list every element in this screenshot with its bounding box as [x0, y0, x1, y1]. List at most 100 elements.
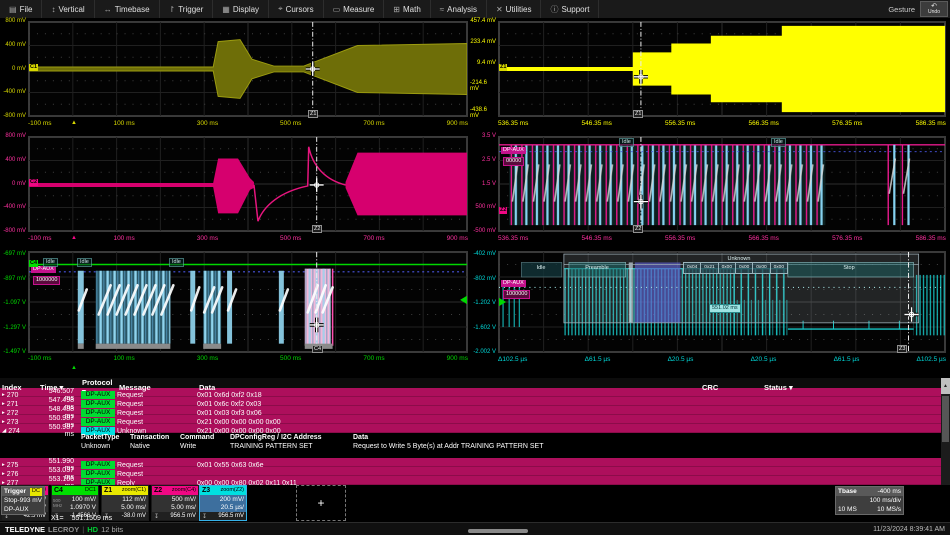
trace-badge: zoom(C1) [122, 486, 146, 495]
add-trace-button[interactable]: + [296, 485, 346, 521]
menu-item[interactable]: ✕ Utilities [487, 0, 541, 18]
scrollbar-thumb[interactable] [942, 396, 949, 442]
expand-icon[interactable]: ▸ [2, 401, 5, 407]
undo-button[interactable]: ↶ Undo [920, 1, 948, 17]
menu-item[interactable]: ⓘ Support [541, 0, 599, 18]
trigger-box[interactable]: TriggerDC Stop-993 mV DP-AUX [1, 486, 45, 515]
axis-tick-label: 900 ms [447, 120, 468, 128]
menu-item[interactable]: ▤ File [0, 0, 42, 18]
axis-tick-label: 546.35 ms [582, 120, 612, 128]
sample-rate: 10 MS/s [877, 505, 901, 514]
axis-tick-label: 800 mV [5, 133, 26, 139]
hd-mode-label: HD [87, 525, 98, 534]
trace-descriptor[interactable]: Z2 zoom(C4) 500 mV/ 5.00 ms/ ↧ 956.5 mV [151, 485, 199, 521]
axis-tick-label: -400 mV [3, 89, 26, 95]
channel-tab-z2[interactable]: Z2 [499, 207, 507, 214]
axis-tick-label: 0 mV [12, 181, 26, 187]
cell-time: 550.987 ms [38, 424, 80, 438]
expand-icon[interactable]: ▸ [2, 392, 5, 398]
axis-tick-label: 100 ms [113, 235, 134, 243]
cell-protocol-badge: DP-AUX [81, 461, 115, 469]
expand-icon[interactable]: ▸ [2, 410, 5, 416]
decode-byte: 0x21 [700, 262, 718, 274]
z1-y-axis: 457.4 mV233.4 mV9.4 mV-214.6 mV-438.6 mV [470, 18, 498, 119]
trace-offset-readout: 956.5 mV [170, 513, 196, 519]
trigger-position-marker[interactable]: ▲ [71, 235, 77, 241]
zoom-region-marker[interactable]: Z2 [312, 225, 322, 233]
waveform-plot-z3[interactable]: Unknown Idle Preamble 0x04 0x21 0x00 0x0… [498, 251, 946, 353]
table-column-header[interactable]: Index [0, 383, 38, 392]
trigger-position-marker[interactable]: ▲ [71, 365, 77, 371]
table-scrollbar[interactable]: ▲ [941, 378, 950, 485]
menu-item[interactable]: ▭ Measure [324, 0, 385, 18]
trace-scale: 100 mV/ [64, 496, 96, 504]
cursor-marker[interactable]: Z3 [897, 345, 907, 353]
menu-item[interactable]: ↾ Trigger [160, 0, 214, 18]
timebase-box[interactable]: Tbase-400 ms 100 ms/div 10 MS10 MS/s [835, 486, 904, 515]
horizontal-scroll-thumb[interactable] [468, 529, 528, 533]
expand-icon[interactable]: ▸ [2, 419, 5, 425]
menu-item-icon: ↔ [104, 5, 112, 14]
axis-tick-label: 556.35 ms [665, 235, 695, 243]
axis-tick-label: 536.35 ms [498, 235, 528, 243]
menu-item[interactable]: ↕ Vertical [42, 0, 94, 18]
trace-descriptor[interactable]: C4 DC1 500 MHz 100 mV/ 1.0970 V ↧ -1.456… [51, 485, 99, 521]
menu-item[interactable]: ⊞ Math [384, 0, 431, 18]
datetime-label: 11/23/2024 8:39:41 AM [873, 526, 945, 533]
cursor-marker[interactable]: Z2 [633, 225, 643, 233]
channel-tab-c1[interactable]: C1 [29, 64, 38, 71]
trace-offset-readout: -1.4566 V [70, 513, 96, 519]
table-column-header[interactable]: Status ▾ [762, 383, 941, 392]
table-column-header[interactable]: Message [117, 383, 197, 392]
cell-message: Request [117, 419, 197, 426]
axis-tick-label: -1.297 V [3, 325, 26, 331]
waveform-plot-c1[interactable]: C1 Z1 [28, 21, 468, 117]
table-column-header[interactable]: Data [197, 383, 700, 392]
decode-idle-label: Idle [619, 138, 634, 147]
axis-tick-label: 100 ms [113, 355, 134, 363]
cell-message: Request [117, 462, 197, 469]
scroll-up-icon[interactable]: ▲ [941, 378, 950, 394]
trace-descriptor[interactable]: Z3 zoom(Z2) 200 mV/ 20.5 µs/ ↧ 956.5 mV [199, 485, 247, 521]
axis-tick-label: 566.35 ms [749, 235, 779, 243]
trace-id: C4 [54, 486, 63, 495]
decode-byte: 0x00 [718, 262, 736, 274]
axis-tick-label: 300 ms [197, 355, 218, 363]
expand-icon[interactable]: ▸ [2, 471, 5, 477]
bit-depth-label: 12 bits [101, 525, 123, 534]
trace-descriptor[interactable]: Z1 zoom(C1) 112 mV/ 5.00 ms/ ↧ -38.0 mV [101, 485, 149, 521]
panel-c1: 800 mV400 mV0 mV-400 mV-800 mV C1 Z1 -10… [0, 18, 470, 133]
table-row[interactable]: ▸275 551.990 ms DP-AUX Request 0x01 0x55… [0, 458, 941, 467]
expand-icon[interactable]: ▸ [2, 462, 5, 468]
waveform-plot-c4[interactable]: DP-AUX 1000000 Idle Idle Idle C4 C4 [28, 251, 468, 353]
cursor-marker[interactable]: Z1 [633, 110, 643, 118]
expand-icon[interactable]: ◢ [2, 428, 6, 434]
channel-tab-c4[interactable]: C4 [29, 260, 38, 267]
waveform-plot-c2[interactable]: C2 Z2 [28, 136, 468, 232]
z3-y-axis: -402 mV-802 mV-1.202 V-1.602 V-2.002 V [470, 251, 498, 355]
gesture-label: Gesture [888, 5, 915, 14]
trace-offset-readout: 956.5 mV [218, 513, 244, 519]
axis-tick-label: 546.35 ms [582, 235, 612, 243]
channel-tab-z1[interactable]: Z1 [499, 64, 507, 71]
channel-tab-c2[interactable]: C2 [29, 179, 38, 186]
table-column-header[interactable]: CRC [700, 383, 762, 392]
menu-item-icon: ↾ [169, 5, 176, 14]
axis-tick-label: 500 mV [475, 204, 496, 210]
zoom-region-marker[interactable]: Z1 [308, 110, 318, 118]
menu-item[interactable]: ▦ Display [213, 0, 269, 18]
trace-id: Z3 [202, 486, 210, 495]
menu-item-icon: ≈ [440, 5, 444, 14]
cell-data: 0x01 0x6d 0xf2 0x18 [197, 392, 700, 399]
menu-item-label: Utilities [506, 5, 532, 14]
waveform-plot-z1[interactable]: Z1 Z1 [498, 21, 946, 117]
menu-item[interactable]: ≈ Analysis [431, 0, 487, 18]
trace-descriptor-strip: + C1 D50 16 GHz 200 mV/ 0.0 mV ↧ -38.0 m… [0, 485, 950, 522]
waveform-plot-z2[interactable]: DP-AUX 00000 Idle Idle Z2 Z2 [498, 136, 946, 232]
trigger-position-marker[interactable]: ▲ [71, 120, 77, 126]
menu-item-label: Trigger [178, 5, 203, 14]
cursor-marker[interactable]: C4 [312, 345, 323, 353]
menu-item[interactable]: ⌖ Cursors [269, 0, 324, 18]
menu-item-icon: ⊞ [393, 5, 400, 14]
menu-item[interactable]: ↔ Timebase [95, 0, 160, 18]
